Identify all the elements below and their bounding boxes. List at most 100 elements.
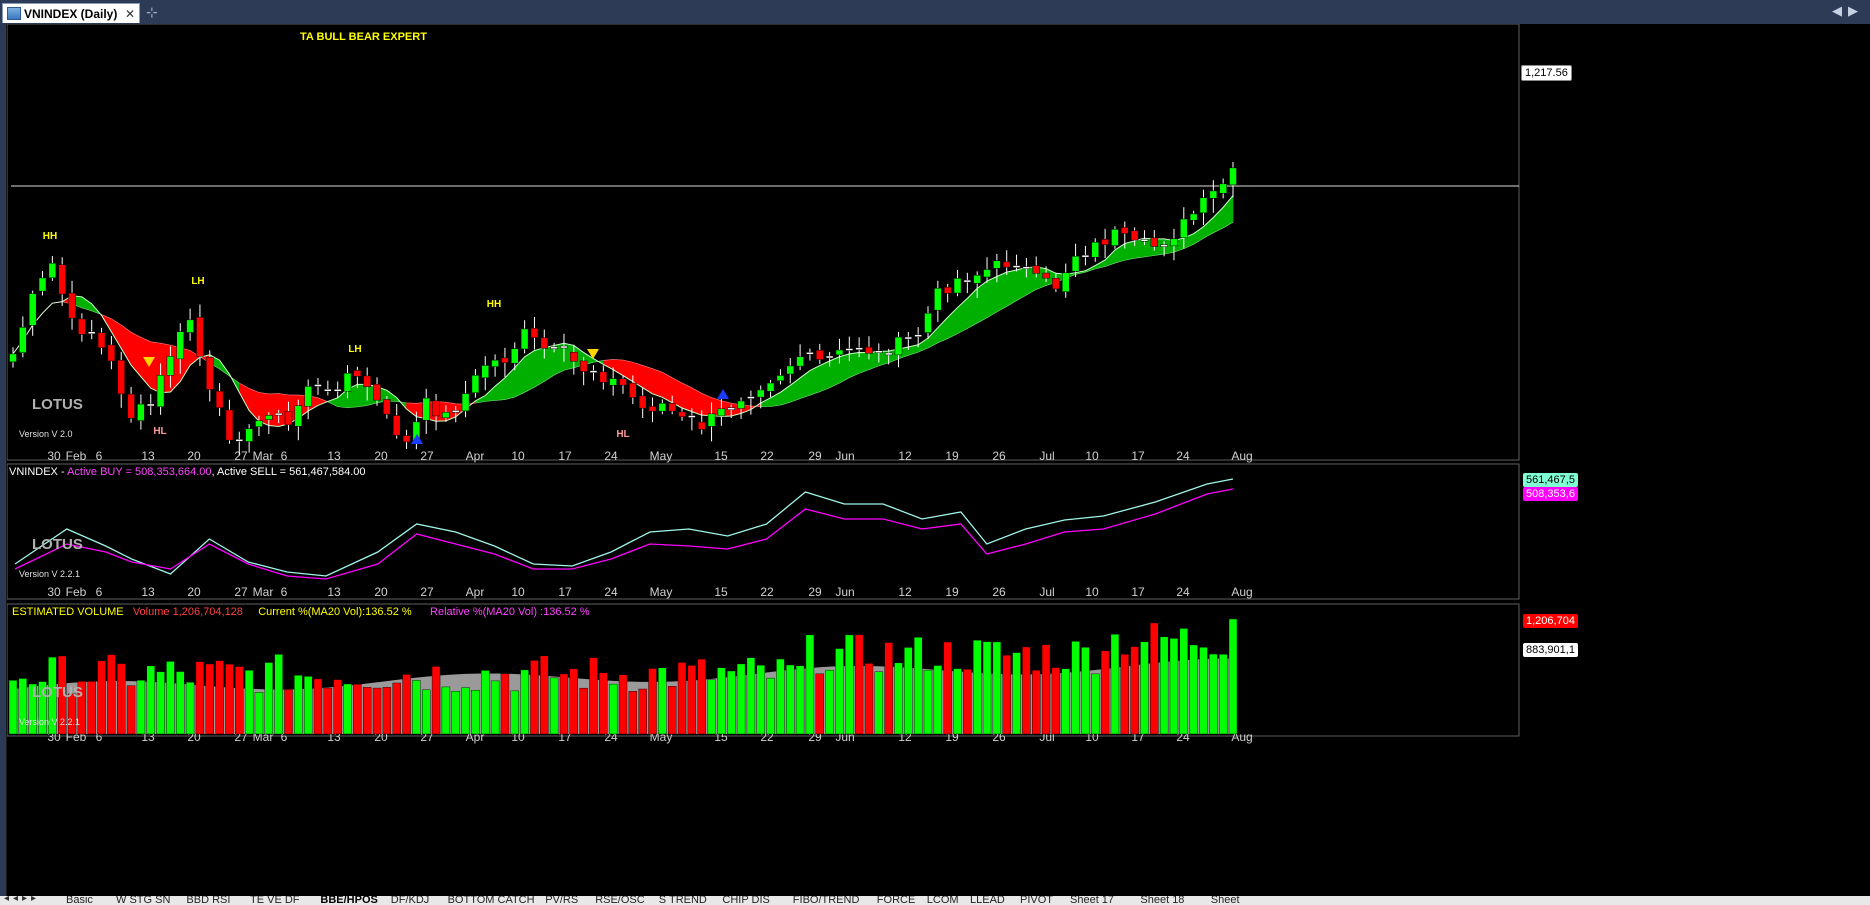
- bearish-candle: [215, 390, 224, 408]
- volume-bar: [156, 671, 165, 735]
- tab-scroll-arrows[interactable]: ◀▶: [1832, 3, 1864, 19]
- volume-bar: [1150, 622, 1159, 735]
- sheet-tab[interactable]: DF/KDJ: [391, 896, 430, 905]
- bearish-candle: [402, 435, 411, 443]
- volume-bar: [235, 666, 244, 735]
- bullish-candle: [806, 352, 814, 355]
- volume-bar: [1218, 654, 1228, 735]
- bullish-candle: [707, 413, 716, 427]
- flow-legend-sell: Active SELL = 561,467,584.00: [217, 466, 366, 478]
- volume-bar: [87, 681, 96, 735]
- pivot-label: HL: [616, 429, 629, 440]
- sheet-tab[interactable]: LCOM: [927, 896, 959, 905]
- chart-window-tab[interactable]: VNINDEX (Daily) ✕: [2, 3, 140, 23]
- sheet-tab[interactable]: TE VE DF: [250, 896, 300, 905]
- volume-bar: [1189, 644, 1198, 735]
- trend-cloud-segment: [1124, 240, 1135, 261]
- bullish-candle: [186, 319, 194, 333]
- sheet-tab[interactable]: BBD RSI: [186, 896, 230, 905]
- sheet-tab[interactable]: FORCE: [877, 896, 916, 905]
- x-axis-tick-label: Apr: [466, 449, 485, 463]
- trend-cloud-segment: [534, 347, 545, 388]
- trend-cloud-segment: [494, 377, 506, 401]
- bullish-candle: [19, 327, 27, 353]
- volume-bar: [1140, 641, 1149, 735]
- x-axis-tick-label: 27: [234, 449, 248, 463]
- x-axis-tick-label: 30: [47, 449, 61, 463]
- bearish-candle: [1042, 272, 1050, 279]
- pin-icon[interactable]: ⊹: [146, 4, 158, 21]
- x-axis-tick-label: Jul: [1039, 449, 1054, 463]
- x-axis-tick-label: 30: [47, 585, 61, 599]
- bullish-candle: [343, 372, 352, 392]
- volume-bar: [923, 669, 933, 735]
- volume-bar: [303, 676, 313, 735]
- sheet-tab[interactable]: PV/RS: [545, 896, 578, 905]
- sheet-tab[interactable]: BBE/HPOS: [320, 896, 377, 905]
- buy-value-tag: 508,353,6: [1523, 487, 1578, 501]
- sheet-tab[interactable]: Sheet 18: [1140, 896, 1184, 905]
- bearish-candle: [97, 332, 106, 349]
- close-icon[interactable]: ✕: [125, 7, 135, 21]
- bullish-candle: [1022, 266, 1031, 269]
- volume-bar: [185, 681, 195, 735]
- x-axis-tick-label: 15: [714, 449, 728, 463]
- volume-bar: [972, 639, 982, 735]
- pivot-label: LH: [191, 276, 204, 287]
- scroll-right-icon[interactable]: ▶: [1848, 3, 1864, 18]
- x-axis-tick-label: 17: [558, 449, 572, 463]
- bullish-candle: [983, 269, 991, 278]
- sheet-tab[interactable]: CHIP DIS: [722, 896, 769, 905]
- volume-bar: [835, 648, 844, 735]
- sheet-nav-buttons[interactable]: ◂◂▸▸: [4, 896, 40, 904]
- volume-bar: [618, 674, 628, 735]
- bearish-candle: [1002, 261, 1011, 268]
- trend-cloud-segment: [238, 382, 250, 411]
- volume-bar: [717, 667, 726, 735]
- bullish-candle: [1199, 197, 1208, 214]
- chart-canvas[interactable]: 30 Feb 6 13 20 27 Mar 6 13 20 27 Apr 10 17 24 May 15 22 29…: [7, 24, 1870, 896]
- sheet-tab[interactable]: PIVOT: [1020, 896, 1053, 905]
- sheet-tab[interactable]: LLEAD: [970, 896, 1005, 905]
- x-axis-tick-label: Jun: [835, 449, 854, 463]
- bearish-candle: [225, 409, 234, 441]
- sheet-tab[interactable]: W STG SN: [116, 896, 170, 905]
- trend-cloud-segment: [986, 276, 998, 319]
- trend-cloud-segment: [642, 365, 653, 395]
- volume-bar: [1130, 646, 1139, 735]
- volume-bar: [667, 686, 677, 735]
- volume-bar: [894, 662, 903, 735]
- active-buy-line: [14, 488, 1234, 580]
- trend-cloud-segment: [603, 359, 614, 371]
- bullish-candle: [1209, 190, 1218, 199]
- bearish-candle: [196, 317, 204, 357]
- version-label: Version V 2.2.1: [19, 717, 81, 727]
- volume-bar: [953, 668, 962, 735]
- volume-bar: [913, 637, 923, 735]
- active-sell-line: [14, 478, 1234, 577]
- sheet-tab[interactable]: Sheet 17: [1070, 896, 1114, 905]
- bullish-candle: [1170, 238, 1178, 247]
- bullish-candle: [156, 375, 165, 408]
- sheet-tab[interactable]: BOTTOM CATCH: [448, 896, 535, 905]
- volume-bar: [1169, 638, 1179, 735]
- volume-bar: [225, 663, 234, 735]
- bearish-candle: [855, 347, 863, 350]
- x-axis-tick-label: 12: [898, 449, 912, 463]
- watermark-logo: LOTUS: [32, 536, 83, 553]
- sheet-tab[interactable]: RSE/OSC: [595, 896, 645, 905]
- sheet-tab[interactable]: S TREND: [659, 896, 707, 905]
- sheet-tab[interactable]: Sheet: [1211, 896, 1240, 905]
- x-axis-tick-label: 6: [96, 449, 103, 463]
- bullish-candle: [658, 403, 667, 412]
- volume-bar: [864, 663, 874, 735]
- x-axis-tick-label: 19: [945, 449, 959, 463]
- chart-frame[interactable]: 30 Feb 6 13 20 27 Mar 6 13 20 27 Apr 10 17 24 May 15 22 29…: [6, 24, 1870, 896]
- trend-cloud-segment: [357, 384, 368, 408]
- volume-bar: [904, 647, 913, 735]
- volume-bar: [805, 634, 815, 735]
- sheet-tab[interactable]: FIBO/TREND: [793, 896, 860, 905]
- scroll-left-icon[interactable]: ◀: [1832, 3, 1848, 18]
- sheet-tab[interactable]: Basic: [66, 896, 93, 905]
- document-tab-bar: VNINDEX (Daily) ✕ ⊹ ◀▶: [0, 0, 1870, 24]
